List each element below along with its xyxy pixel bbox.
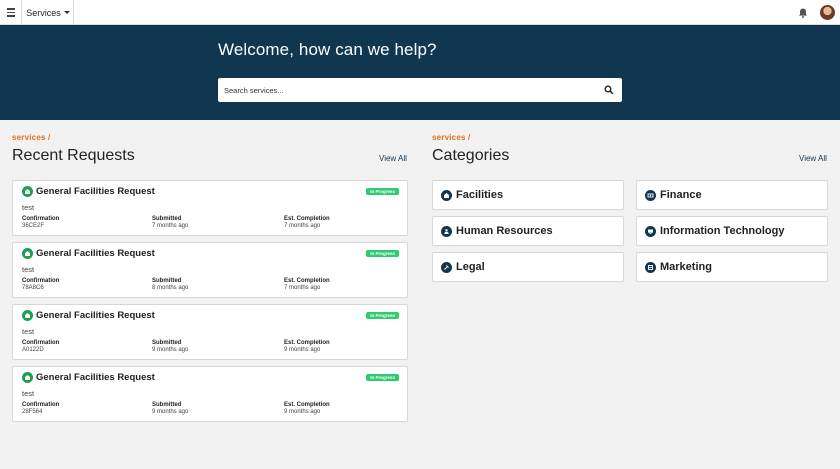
est-completion-label: Est. Completion <box>284 340 330 346</box>
recent-view-all-link[interactable]: View All <box>379 154 407 163</box>
category-label: Facilities <box>456 189 504 201</box>
confirmation-field: Confirmation 78A8C6 <box>22 278 59 292</box>
confirmation-field: Confirmation 28F564 <box>22 402 59 416</box>
category-label: Legal <box>456 261 485 273</box>
submitted-value: 7 months ago <box>152 223 189 229</box>
recent-requests-title: Recent Requests <box>12 147 135 164</box>
request-card[interactable]: General Facilities Request In Progress t… <box>12 180 408 236</box>
top-navbar: Services <box>0 0 840 25</box>
confirmation-label: Confirmation <box>22 402 60 408</box>
est-completion-value: 7 months ago <box>284 223 321 229</box>
est-completion-value: 7 months ago <box>284 285 321 291</box>
est-completion-value: 9 months ago <box>284 409 321 415</box>
status-badge: In Progress <box>366 374 399 381</box>
search-icon[interactable] <box>604 85 614 95</box>
est-completion-label: Est. Completion <box>284 216 330 222</box>
category-label: Marketing <box>660 261 712 273</box>
search-box <box>218 78 622 102</box>
request-description: test <box>22 389 35 398</box>
status-badge: In Progress <box>366 312 399 319</box>
category-label: Finance <box>660 189 702 201</box>
confirmation-label: Confirmation <box>22 216 60 222</box>
submitted-label: Submitted <box>152 216 182 222</box>
est-completion-field: Est. Completion 9 months ago <box>284 340 330 354</box>
human-resources-icon <box>441 225 452 237</box>
submitted-value: 9 months ago <box>152 409 189 415</box>
category-marketing[interactable]: Marketing <box>636 252 828 282</box>
categories-title: Categories <box>432 147 510 164</box>
category-information-technology[interactable]: Information Technology <box>636 216 828 246</box>
facilities-icon <box>22 186 33 197</box>
avatar[interactable] <box>820 5 835 20</box>
information-technology-icon <box>645 225 656 237</box>
est-completion-field: Est. Completion 9 months ago <box>284 402 330 416</box>
confirmation-field: Confirmation A0122D <box>22 340 59 354</box>
request-title: General Facilities Request <box>36 372 155 383</box>
est-completion-field: Est. Completion 7 months ago <box>284 278 330 292</box>
category-facilities[interactable]: Facilities <box>432 180 624 210</box>
status-badge: In Progress <box>366 250 399 257</box>
request-title: General Facilities Request <box>36 248 155 259</box>
request-card[interactable]: General Facilities Request In Progress t… <box>12 366 408 422</box>
request-description: test <box>22 265 35 274</box>
est-completion-label: Est. Completion <box>284 402 330 408</box>
submitted-value: 8 months ago <box>152 285 189 291</box>
request-description: test <box>22 203 35 212</box>
hero-title: Welcome, how can we help? <box>218 40 437 59</box>
confirmation-label: Confirmation <box>22 340 60 346</box>
facilities-icon <box>441 189 452 201</box>
caret-down-icon <box>63 11 70 14</box>
finance-icon <box>645 189 656 201</box>
confirmation-value: 78A8C6 <box>22 285 44 291</box>
submitted-label: Submitted <box>152 278 182 284</box>
confirmation-value: 28F564 <box>22 409 43 415</box>
recent-breadcrumb[interactable]: services / <box>12 133 50 142</box>
submitted-label: Submitted <box>152 402 182 408</box>
categories-breadcrumb[interactable]: services / <box>432 133 470 142</box>
categories-view-all-link[interactable]: View All <box>799 154 827 163</box>
submitted-field: Submitted 7 months ago <box>152 216 188 230</box>
confirmation-value: 36CE2F <box>22 223 45 229</box>
services-dropdown[interactable]: Services <box>23 0 74 25</box>
request-title: General Facilities Request <box>36 310 155 321</box>
category-label: Information Technology <box>660 225 785 237</box>
request-card[interactable]: General Facilities Request In Progress t… <box>12 242 408 298</box>
category-label: Human Resources <box>456 225 553 237</box>
confirmation-field: Confirmation 36CE2F <box>22 216 59 230</box>
est-completion-label: Est. Completion <box>284 278 330 284</box>
est-completion-value: 9 months ago <box>284 347 321 353</box>
submitted-field: Submitted 8 months ago <box>152 278 188 292</box>
search-input[interactable] <box>224 82 594 98</box>
facilities-icon <box>22 248 33 259</box>
facilities-icon <box>22 310 33 321</box>
status-badge: In Progress <box>366 188 399 195</box>
category-human-resources[interactable]: Human Resources <box>432 216 624 246</box>
confirmation-label: Confirmation <box>22 278 60 284</box>
facilities-icon <box>22 372 33 383</box>
category-finance[interactable]: Finance <box>636 180 828 210</box>
submitted-label: Submitted <box>152 340 182 346</box>
services-dropdown-label: Services <box>26 7 61 18</box>
request-title: General Facilities Request <box>36 186 155 197</box>
est-completion-field: Est. Completion 7 months ago <box>284 216 330 230</box>
menu-icon[interactable] <box>0 0 22 25</box>
request-card[interactable]: General Facilities Request In Progress t… <box>12 304 408 360</box>
marketing-icon <box>645 261 656 273</box>
confirmation-value: A0122D <box>22 347 44 353</box>
submitted-value: 9 months ago <box>152 347 189 353</box>
submitted-field: Submitted 9 months ago <box>152 402 188 416</box>
bell-icon[interactable] <box>797 7 809 19</box>
submitted-field: Submitted 9 months ago <box>152 340 188 354</box>
legal-icon <box>441 261 452 273</box>
request-description: test <box>22 327 35 336</box>
hero-banner: Welcome, how can we help? <box>0 25 840 120</box>
category-legal[interactable]: Legal <box>432 252 624 282</box>
